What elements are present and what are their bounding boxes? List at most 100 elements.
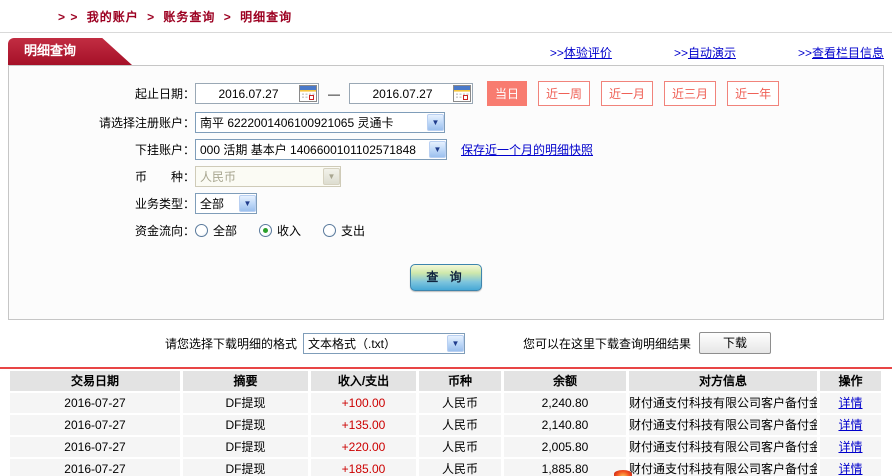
view-column-info-link[interactable]: >>查看栏目信息 [798, 44, 884, 61]
flow-all-radio[interactable]: 全部 [195, 222, 237, 239]
auto-demo-link[interactable]: >>自动演示 [674, 44, 736, 61]
download-button[interactable]: 下载 [699, 332, 772, 354]
divider [0, 32, 892, 33]
breadcrumb-separator: > [223, 10, 232, 24]
sub-account-label: 下挂账户： [134, 142, 195, 157]
cell-currency: 人民币 [419, 415, 501, 435]
currency-label: 币 种： [134, 169, 195, 184]
cell-balance: 2,240.80 [504, 393, 626, 413]
col-header-action: 操作 [820, 371, 881, 391]
query-button-wrap: 查 询 [9, 264, 883, 291]
download-format-label: 请您选择下载明细的格式 [165, 336, 298, 351]
radio-unchecked-icon[interactable] [195, 223, 208, 237]
detail-link[interactable]: 详情 [838, 418, 862, 432]
sub-account-value: 000 活期 基本户 1406600101102571848 [200, 142, 416, 157]
detail-link[interactable]: 详情 [838, 462, 862, 476]
col-header-summary: 摘要 [183, 371, 308, 391]
cell-date: 2016-07-27 [10, 437, 180, 457]
download-row: 请您选择下载明细的格式 文本格式（.txt） ▼ 您可以在这里下载查询明细结果 … [165, 331, 892, 355]
range-today-button[interactable]: 当日 [487, 81, 528, 106]
cell-counterparty: 财付通支付科技有限公司客户备付金 [629, 437, 817, 457]
calendar-icon[interactable] [299, 85, 317, 102]
link-prefix: >> [549, 46, 564, 60]
register-account-value: 南平 6222001406100921065 灵通卡 [200, 115, 394, 130]
experience-review-link[interactable]: >>体验评价 [550, 44, 612, 61]
cell-amount: +100.00 [311, 393, 416, 413]
cell-summary: DF提现 [183, 393, 308, 413]
breadcrumb-item-account-query[interactable]: 账务查询 [163, 10, 215, 24]
tab-row: 明细查询 >>体验评价 >>自动演示 >>查看栏目信息 [8, 37, 884, 65]
cell-currency: 人民币 [419, 459, 501, 476]
fund-flow-options: 全部 收入 支出 [195, 222, 365, 239]
link-label: 体验评价 [563, 46, 612, 60]
date-range-row: 起止日期： 2016.07.27 — 2016.07.27 当日 近一周 近一月… [9, 81, 883, 106]
query-button[interactable]: 查 询 [410, 264, 482, 291]
flow-income-radio[interactable]: 收入 [259, 222, 301, 239]
cell-summary: DF提现 [183, 459, 308, 476]
fund-flow-label: 资金流向： [134, 223, 195, 238]
table-top-rule [0, 367, 892, 369]
business-type-value: 全部 [200, 196, 225, 211]
cell-amount: +135.00 [311, 415, 416, 435]
end-date-input[interactable]: 2016.07.27 [349, 83, 473, 104]
cell-date: 2016-07-27 [10, 393, 180, 413]
col-header-counterparty: 对方信息 [629, 371, 817, 391]
cell-balance: 1,885.80 [504, 459, 626, 476]
download-format-select[interactable]: 文本格式（.txt） ▼ [303, 332, 466, 354]
register-account-select[interactable]: 南平 6222001406100921065 灵通卡 ▼ [195, 111, 445, 133]
quick-range-buttons: 当日 近一周 近一月 近三月 近一年 [487, 81, 780, 106]
cell-balance: 2,140.80 [504, 415, 626, 435]
cell-date: 2016-07-27 [10, 415, 180, 435]
date-range-label: 起止日期： [134, 87, 195, 101]
range-month-button[interactable]: 近一月 [601, 81, 654, 106]
currency-row: 币 种： 人民币 ▼ [9, 165, 883, 187]
radio-unchecked-icon[interactable] [323, 223, 337, 237]
col-header-balance: 余额 [504, 371, 626, 391]
tab-detail-query: 明细查询 [8, 38, 132, 65]
chevron-down-icon: ▼ [239, 194, 256, 212]
cell-action: 详情 [820, 459, 881, 476]
link-prefix: >> [797, 46, 812, 60]
cell-summary: DF提现 [183, 415, 308, 435]
link-prefix: >> [673, 46, 688, 60]
flow-expense-radio[interactable]: 支出 [323, 222, 365, 239]
range-week-button[interactable]: 近一周 [538, 81, 591, 106]
cell-counterparty: 财付通支付科技有限公司客户备付金 [629, 415, 817, 435]
sub-account-select[interactable]: 000 活期 基本户 1406600101102571848 ▼ [195, 138, 447, 160]
save-snapshot-link[interactable]: 保存近一个月的明细快照 [461, 141, 593, 158]
business-type-label: 业务类型： [134, 196, 195, 211]
download-format-value: 文本格式（.txt） [308, 336, 397, 351]
flow-all-label: 全部 [213, 223, 238, 238]
breadcrumb-item-detail-query[interactable]: 明细查询 [240, 10, 292, 24]
cell-counterparty: 财付通支付科技有限公司客户备付金 [629, 393, 817, 413]
results-table: 交易日期 摘要 收入/支出 币种 余额 对方信息 操作 2016-07-27 D… [10, 371, 883, 476]
cell-action: 详情 [820, 437, 881, 457]
chevron-down-icon: ▼ [323, 167, 340, 185]
start-date-input[interactable]: 2016.07.27 [195, 83, 319, 104]
end-date-value: 2016.07.27 [372, 86, 433, 101]
range-quarter-button[interactable]: 近三月 [664, 81, 717, 106]
business-type-select[interactable]: 全部 ▼ [195, 192, 257, 214]
col-header-date: 交易日期 [10, 371, 180, 391]
cell-date: 2016-07-27 [10, 459, 180, 476]
calendar-icon[interactable] [453, 85, 471, 102]
range-year-button[interactable]: 近一年 [727, 81, 780, 106]
flow-income-label: 收入 [277, 223, 302, 238]
link-label: 查看栏目信息 [811, 46, 884, 60]
detail-link[interactable]: 详情 [838, 440, 862, 454]
currency-select: 人民币 ▼ [195, 165, 341, 187]
radio-checked-icon[interactable] [259, 223, 273, 237]
cell-action: 详情 [820, 415, 881, 435]
fund-flow-row: 资金流向： 全部 收入 支出 [9, 219, 883, 241]
detail-link[interactable]: 详情 [838, 396, 862, 410]
cell-currency: 人民币 [419, 393, 501, 413]
sub-account-row: 下挂账户： 000 活期 基本户 1406600101102571848 ▼ 保… [9, 138, 883, 160]
business-type-row: 业务类型： 全部 ▼ [9, 192, 883, 214]
cell-action: 详情 [820, 393, 881, 413]
start-date-value: 2016.07.27 [218, 86, 279, 101]
breadcrumb: > > 我的账户 > 账务查询 > 明细查询 [0, 0, 892, 30]
cell-summary: DF提现 [183, 437, 308, 457]
breadcrumb-item-my-account[interactable]: 我的账户 [87, 10, 139, 24]
cell-counterparty: 财付通支付科技有限公司客户备付金 [629, 459, 817, 476]
chevron-down-icon: ▼ [429, 140, 446, 158]
